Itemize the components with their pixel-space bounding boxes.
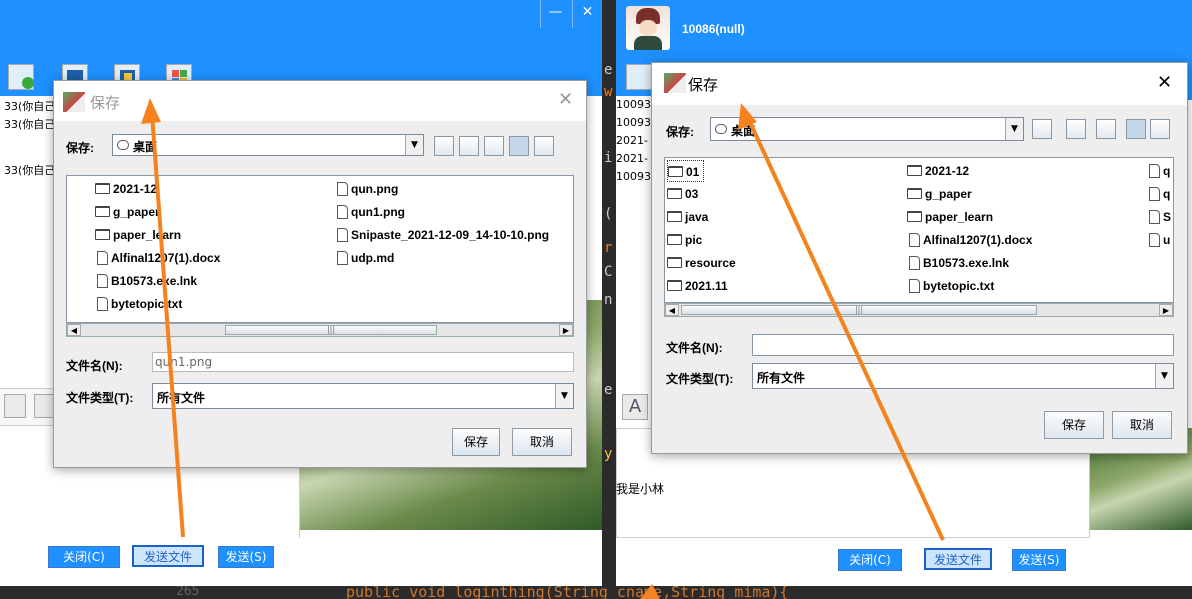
left-arrow-line (150, 113, 185, 538)
left-arrow-head (141, 98, 161, 124)
bottom-arrow-head (640, 584, 660, 599)
right-arrow-head (738, 103, 757, 130)
annotation-arrows (141, 98, 945, 599)
right-arrow-line (746, 117, 945, 541)
